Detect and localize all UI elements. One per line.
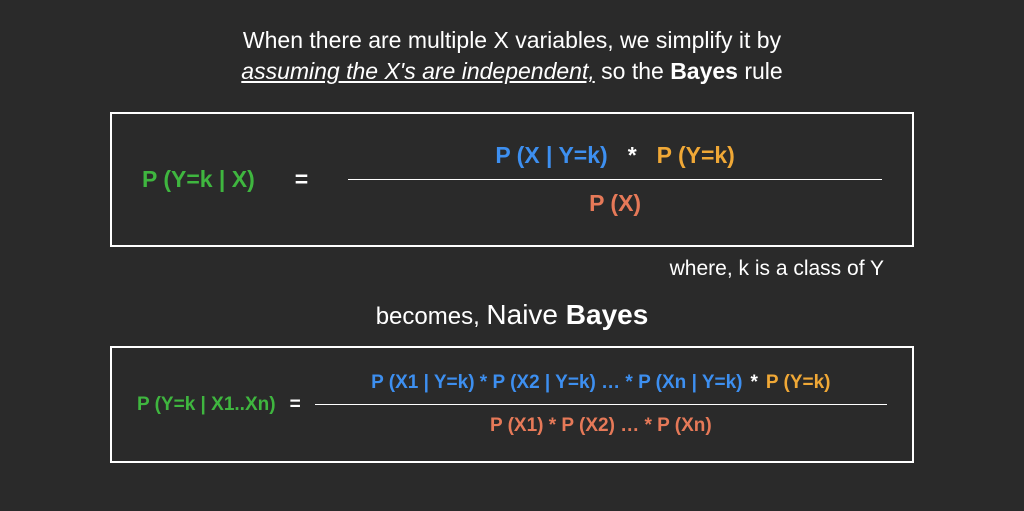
intro-assumption: assuming the X's are independent, — [241, 58, 594, 84]
prior-term: P (Y=k) — [657, 142, 735, 169]
nb-numerator: P (X1 | Y=k) * P (X2 | Y=k) … * P (Xn | … — [371, 372, 830, 394]
nb-evidence-term: P (X1) * P (X2) … * P (Xn) — [490, 415, 712, 437]
bayes-fraction: P (X | Y=k) * P (Y=k) P (X) — [348, 142, 882, 217]
intro-tail: rule — [738, 58, 783, 84]
intro-text: When there are multiple X variables, we … — [241, 25, 782, 87]
equals-sign: = — [295, 166, 308, 193]
bayes-numerator: P (X | Y=k) * P (Y=k) — [495, 142, 735, 169]
nb-multiply-sign: * — [750, 372, 757, 394]
becomes-word: becomes, — [376, 303, 487, 330]
bayes-formula-box: P (Y=k | X) = P (X | Y=k) * P (Y=k) P (X… — [110, 112, 914, 247]
nb-fraction-line — [315, 404, 887, 405]
likelihood-term: P (X | Y=k) — [495, 142, 607, 169]
multiply-sign: * — [628, 142, 637, 169]
caption-text: where, k is a class of Y — [110, 257, 914, 281]
fraction-line — [348, 179, 882, 180]
intro-line1: When there are multiple X variables, we … — [243, 27, 781, 53]
nb-likelihood-term: P (X1 | Y=k) * P (X2 | Y=k) … * P (Xn | … — [371, 372, 742, 394]
nb-fraction: P (X1 | Y=k) * P (X2 | Y=k) … * P (Xn | … — [315, 372, 887, 437]
naive-word: Naive — [486, 299, 565, 330]
becomes-text: becomes, Naive Bayes — [376, 299, 649, 331]
nb-prior-term: P (Y=k) — [766, 372, 831, 394]
naive-bayes-formula-box: P (Y=k | X1..Xn) = P (X1 | Y=k) * P (X2 … — [110, 346, 914, 463]
posterior-term: P (Y=k | X) — [142, 166, 255, 193]
intro-after: so the — [595, 58, 670, 84]
evidence-term: P (X) — [589, 190, 641, 217]
bayes-bold: Bayes — [566, 299, 649, 330]
nb-equals-sign: = — [290, 394, 301, 416]
intro-bayes: Bayes — [670, 58, 738, 84]
nb-posterior-term: P (Y=k | X1..Xn) — [137, 394, 276, 416]
